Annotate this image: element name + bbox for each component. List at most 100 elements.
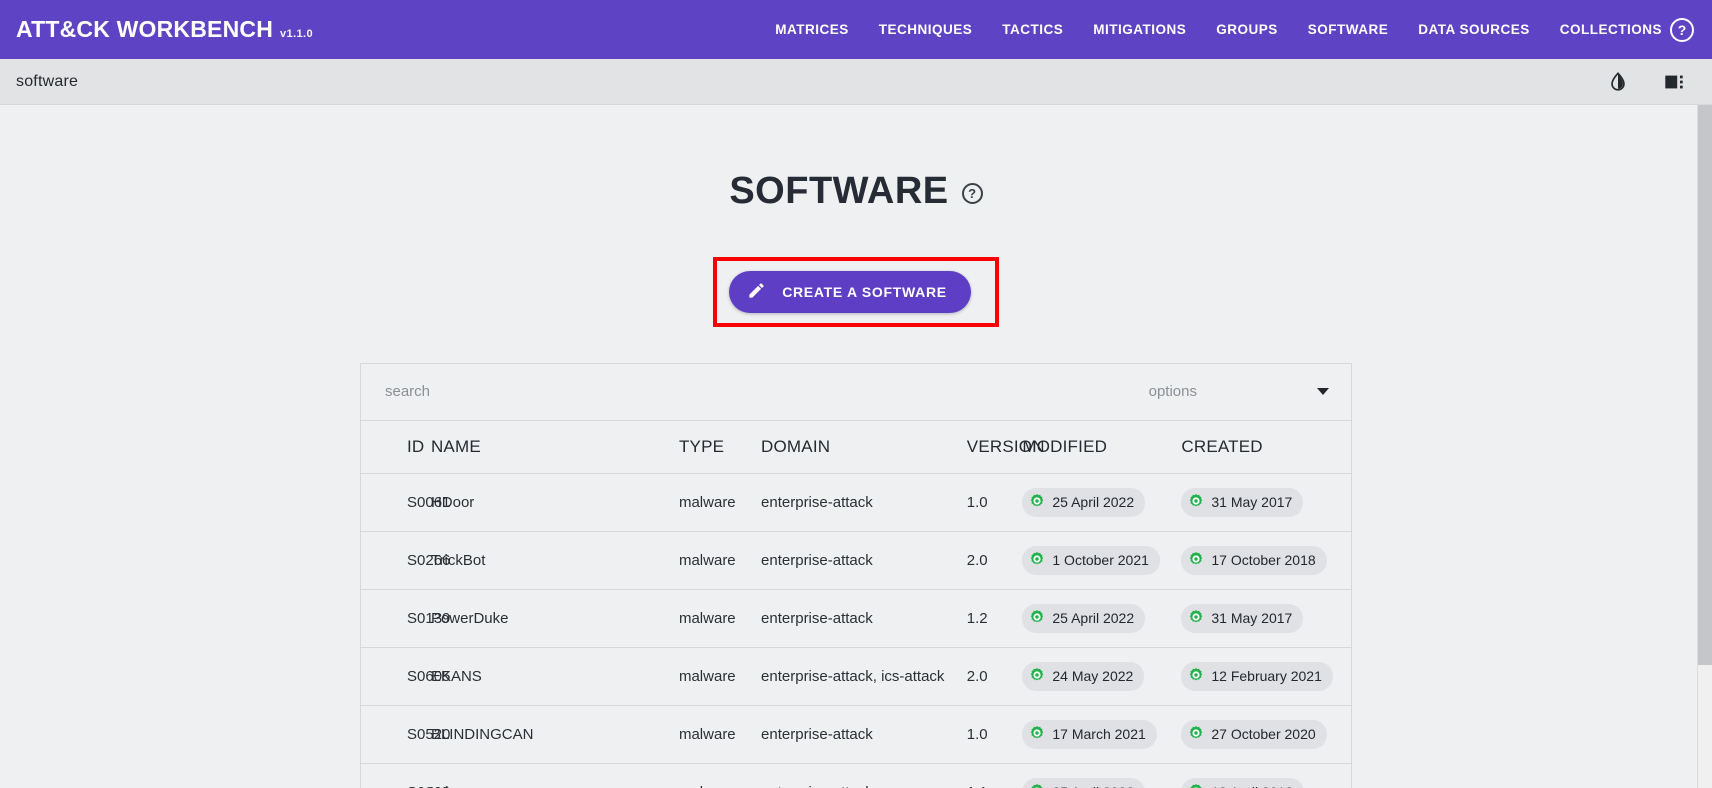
cell-version: 1.1 — [959, 763, 1023, 788]
cell-modified: 25 April 2022 — [1022, 763, 1181, 788]
gear-icon — [1188, 725, 1204, 744]
column-header-version[interactable]: VERSION — [959, 421, 1023, 474]
gear-icon — [1188, 783, 1204, 788]
column-header-type[interactable]: TYPE — [679, 421, 751, 474]
cell-created: 27 October 2020 — [1181, 705, 1351, 763]
vertical-scrollbar[interactable] — [1697, 105, 1712, 788]
date-chip-modified: 25 April 2022 — [1022, 488, 1145, 517]
table-row[interactable]: S0520BLINDINGCANmalwareenterprise-attack… — [361, 705, 1351, 763]
gear-icon — [1029, 493, 1045, 512]
cell-type: malware — [679, 763, 751, 788]
top-navigation-bar: ATT&CK WORKBENCH v1.1.0 MATRICES TECHNIQU… — [0, 0, 1712, 59]
app-brand[interactable]: ATT&CK WORKBENCH v1.1.0 — [16, 16, 313, 43]
main-nav: MATRICES TECHNIQUES TACTICS MITIGATIONS GROU… — [775, 22, 1666, 37]
breadcrumb-bar: software — [0, 59, 1712, 105]
nav-collections[interactable]: COLLECTIONS — [1560, 22, 1662, 37]
table-row[interactable]: S0206Wiarpmalwareenterprise-attack1.125 … — [361, 763, 1351, 788]
gear-icon — [1188, 551, 1204, 570]
cell-id: S0520 — [361, 705, 431, 763]
cell-modified: 25 April 2022 — [1022, 589, 1181, 647]
date-chip-modified: 25 April 2022 — [1022, 778, 1145, 788]
sidebar-layout-icon[interactable] — [1662, 70, 1686, 94]
help-circle-icon[interactable]: ? — [962, 183, 983, 204]
cell-name: HDoor — [431, 473, 679, 531]
date-chip-created: 31 May 2017 — [1181, 604, 1303, 633]
date-chip-label: 25 April 2022 — [1052, 610, 1134, 626]
help-circle-icon[interactable]: ? — [1670, 18, 1694, 42]
cell-created: 12 February 2021 — [1181, 647, 1351, 705]
cell-version: 2.0 — [959, 531, 1023, 589]
table-row[interactable]: S0139PowerDukemalwareenterprise-attack1.… — [361, 589, 1351, 647]
cell-domain: enterprise-attack — [751, 531, 959, 589]
date-chip-label: 25 April 2022 — [1052, 784, 1134, 788]
column-header-id[interactable]: ID — [361, 421, 431, 474]
cell-id: S0206 — [361, 763, 431, 788]
gear-icon — [1029, 551, 1045, 570]
cell-modified: 24 May 2022 — [1022, 647, 1181, 705]
gear-icon — [1188, 609, 1204, 628]
gear-icon — [1029, 609, 1045, 628]
table-row[interactable]: S0061HDoormalwareenterprise-attack1.025 … — [361, 473, 1351, 531]
date-chip-created: 17 October 2018 — [1181, 546, 1326, 575]
page-scroll-area: SOFTWARE ? CREATE A SOFTWARE op — [0, 105, 1712, 788]
cell-type: malware — [679, 705, 751, 763]
date-chip-label: 31 May 2017 — [1211, 610, 1292, 626]
cell-domain: enterprise-attack — [751, 705, 959, 763]
cell-created: 18 April 2018 — [1181, 763, 1351, 788]
column-header-created[interactable]: CREATED — [1181, 421, 1351, 474]
date-chip-label: 27 October 2020 — [1211, 726, 1315, 742]
cell-name: Wiarp — [431, 763, 679, 788]
column-header-modified[interactable]: MODIFIED — [1022, 421, 1181, 474]
table-row[interactable]: S0266TrickBotmalwareenterprise-attack2.0… — [361, 531, 1351, 589]
gear-icon — [1188, 667, 1204, 686]
table-header-row: IDNAMETYPEDOMAINVERSIONMODIFIEDCREATED — [361, 421, 1351, 474]
date-chip-label: 17 March 2021 — [1052, 726, 1145, 742]
cell-version: 1.0 — [959, 705, 1023, 763]
cell-type: malware — [679, 589, 751, 647]
breadcrumb[interactable]: software — [16, 73, 78, 91]
column-header-name[interactable]: NAME — [431, 421, 679, 474]
nav-techniques[interactable]: TECHNIQUES — [879, 22, 973, 37]
gear-icon — [1029, 783, 1045, 788]
options-label[interactable]: options — [1149, 383, 1197, 400]
contrast-droplet-icon[interactable] — [1606, 70, 1630, 94]
nav-data-sources[interactable]: DATA SOURCES — [1418, 22, 1530, 37]
column-header-domain[interactable]: DOMAIN — [751, 421, 959, 474]
cell-created: 17 October 2018 — [1181, 531, 1351, 589]
date-chip-label: 31 May 2017 — [1211, 494, 1292, 510]
cell-created: 31 May 2017 — [1181, 473, 1351, 531]
create-a-software-button[interactable]: CREATE A SOFTWARE — [729, 271, 971, 313]
cell-name: EKANS — [431, 647, 679, 705]
create-button-container: CREATE A SOFTWARE — [0, 257, 1712, 327]
chevron-down-icon[interactable] — [1317, 388, 1329, 395]
nav-matrices[interactable]: MATRICES — [775, 22, 849, 37]
cell-modified: 17 March 2021 — [1022, 705, 1181, 763]
cell-modified: 1 October 2021 — [1022, 531, 1181, 589]
table-row[interactable]: S0605EKANSmalwareenterprise-attack, ics-… — [361, 647, 1351, 705]
cell-type: malware — [679, 647, 751, 705]
cell-modified: 25 April 2022 — [1022, 473, 1181, 531]
gear-icon — [1029, 725, 1045, 744]
scrollbar-thumb[interactable] — [1698, 105, 1712, 665]
cell-id: S0266 — [361, 531, 431, 589]
nav-groups[interactable]: GROUPS — [1216, 22, 1278, 37]
date-chip-created: 27 October 2020 — [1181, 720, 1326, 749]
options-group: options — [1149, 383, 1329, 400]
date-chip-modified: 24 May 2022 — [1022, 662, 1144, 691]
date-chip-label: 17 October 2018 — [1211, 552, 1315, 568]
cell-name: BLINDINGCAN — [431, 705, 679, 763]
date-chip-created: 12 February 2021 — [1181, 662, 1333, 691]
nav-software[interactable]: SOFTWARE — [1308, 22, 1389, 37]
date-chip-modified: 25 April 2022 — [1022, 604, 1145, 633]
pencil-icon — [747, 281, 766, 303]
cell-created: 31 May 2017 — [1181, 589, 1351, 647]
nav-tactics[interactable]: TACTICS — [1002, 22, 1063, 37]
search-input[interactable] — [383, 382, 1149, 401]
date-chip-modified: 17 March 2021 — [1022, 720, 1156, 749]
search-row: options — [361, 364, 1351, 421]
page-title: SOFTWARE — [729, 172, 948, 210]
cell-domain: enterprise-attack, ics-attack — [751, 647, 959, 705]
create-button-label: CREATE A SOFTWARE — [782, 284, 947, 300]
nav-mitigations[interactable]: MITIGATIONS — [1093, 22, 1186, 37]
cell-type: malware — [679, 473, 751, 531]
